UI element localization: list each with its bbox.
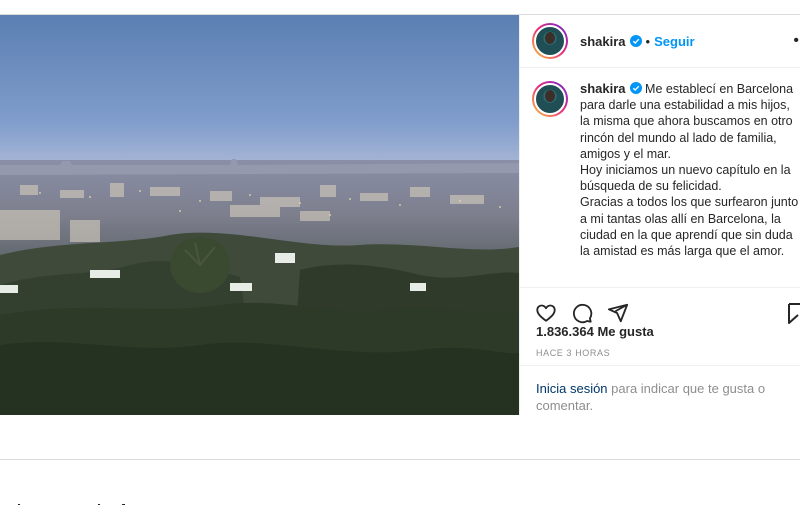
caption-area: shakira Me establecí en Barcelona para d… xyxy=(520,69,800,286)
more-dots-icon[interactable]: • xyxy=(793,32,800,50)
post-photo[interactable] xyxy=(0,15,519,415)
caption-body: Me establecí en Barcelona para darle una… xyxy=(580,82,799,259)
avatar-image xyxy=(534,25,566,57)
barcelona-cityscape-image xyxy=(0,15,519,415)
login-prompt: Inicia sesión para indicar que te gusta … xyxy=(520,365,800,415)
separator-dot: • xyxy=(645,33,651,49)
caption: shakira Me establecí en Barcelona para d… xyxy=(580,81,800,286)
share-icon[interactable] xyxy=(607,302,629,324)
bookmark-icon[interactable] xyxy=(788,302,800,324)
verified-badge-icon xyxy=(629,35,642,47)
header-username[interactable]: shakira xyxy=(580,34,626,49)
follow-button[interactable]: Seguir xyxy=(654,34,694,49)
caption-username[interactable]: shakira xyxy=(580,81,626,96)
caption-avatar[interactable] xyxy=(532,81,568,117)
post-time[interactable]: HACE 3 HORAS xyxy=(536,348,610,358)
post-header: shakira • Seguir • xyxy=(520,15,800,68)
likes-count[interactable]: 1.836.364 Me gusta xyxy=(536,324,654,339)
post-container: shakira • Seguir • shakira Me establecí … xyxy=(0,14,800,415)
truncated-text-fragment xyxy=(0,498,140,505)
heart-icon[interactable] xyxy=(535,302,557,324)
post-sidebar: shakira • Seguir • shakira Me establecí … xyxy=(519,15,800,415)
avatar-image xyxy=(534,83,566,115)
login-link[interactable]: Inicia sesión xyxy=(536,381,608,396)
instagram-post-page: shakira • Seguir • shakira Me establecí … xyxy=(0,0,800,505)
avatar[interactable] xyxy=(532,23,568,59)
verified-badge-icon xyxy=(629,82,642,94)
section-divider xyxy=(0,459,800,460)
comment-icon[interactable] xyxy=(571,302,593,324)
cut-off-text-glyphs xyxy=(18,504,125,505)
